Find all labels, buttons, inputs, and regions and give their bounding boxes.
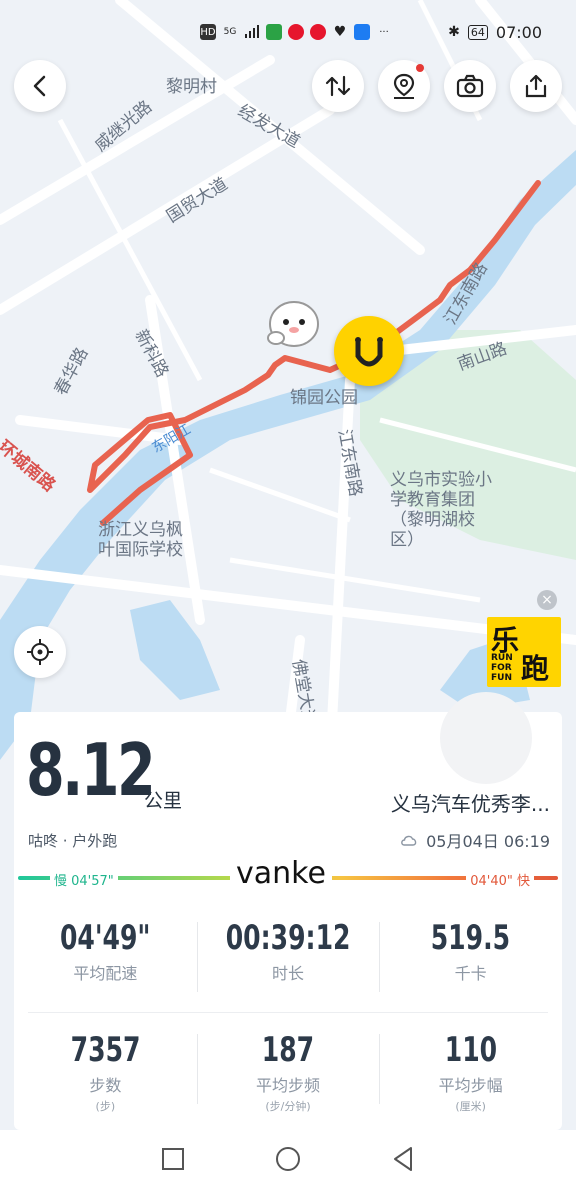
run-summary-card: 8.12 公里 义乌汽车优秀李... 咕咚 · 户外跑 05月04日 06:19…	[14, 692, 562, 1130]
stat-cadence: 187 平均步频 (步/分钟)	[196, 1030, 380, 1114]
run-datetime: 05月04日 06:19	[400, 828, 550, 852]
run-type-label: 咕咚 · 户外跑	[28, 832, 118, 850]
stat-value: 04'49"	[60, 918, 151, 958]
lepao-ad-logo[interactable]: 乐 RUN FOR FUN 跑	[487, 617, 561, 687]
hd-icon: HD	[200, 24, 216, 40]
back-triangle-icon[interactable]	[391, 1146, 415, 1172]
row-divider	[28, 1012, 548, 1013]
ad-logo-text: 跑	[521, 652, 550, 685]
avatar[interactable]	[440, 692, 532, 784]
ad-logo-subtext: RUN FOR FUN	[491, 653, 513, 683]
stat-value: 110	[444, 1030, 497, 1070]
camera-icon	[456, 74, 484, 98]
network-icon: 5G	[223, 27, 237, 37]
map-label-park: 锦园公园	[290, 388, 358, 408]
distance-value: 8.12	[26, 728, 156, 812]
map-label-school: 义乌市实验小学教育集团（黎明湖校区）	[390, 470, 492, 550]
more-notifications-icon: ···	[379, 26, 389, 38]
location-marker-button[interactable]	[378, 60, 430, 112]
stat-label: 平均步幅	[438, 1076, 503, 1095]
cloud-icon	[401, 835, 417, 846]
back-button[interactable]	[14, 60, 66, 112]
stat-label: 时长	[272, 964, 305, 983]
route-name[interactable]: 义乌汽车优秀李...	[391, 788, 550, 817]
stats-row-secondary: 7357 步数 (步) 187 平均步频 (步/分钟) 110 平均步幅 (厘米…	[14, 1030, 562, 1114]
crosshair-icon	[27, 639, 53, 665]
stat-value: 187	[261, 1030, 315, 1070]
status-bar: HD 5G ♥ ··· ✱ 64 07:00	[0, 0, 576, 64]
battery-icon: 64	[467, 24, 488, 40]
pace-slow-label: 慢 04'57"	[50, 870, 118, 889]
weibo-icon	[288, 24, 304, 40]
stat-stride: 110 平均步幅 (厘米)	[379, 1030, 562, 1114]
route-replay-button[interactable]	[312, 60, 364, 112]
stat-value: 00:39:12	[225, 918, 351, 958]
home-circle-icon[interactable]	[275, 1146, 301, 1172]
stats-row-primary: 04'49" 平均配速 00:39:12 时长 519.5 千卡	[14, 918, 562, 992]
distance-unit: 公里	[144, 790, 183, 812]
map-label-school: 浙江义乌枫叶国际学校	[98, 520, 183, 560]
stat-avg-pace: 04'49" 平均配速	[14, 918, 197, 984]
bluetooth-icon: ✱	[448, 24, 460, 40]
weibo-icon	[310, 24, 326, 40]
signal-icon	[244, 24, 260, 40]
mascot-icon	[264, 294, 326, 356]
stat-duration: 00:39:12 时长	[196, 918, 380, 992]
stat-value: 519.5	[431, 918, 511, 958]
stat-label: 平均步频	[256, 1076, 321, 1095]
route-sort-icon	[325, 75, 351, 97]
sponsor-logo: vanke	[230, 856, 332, 891]
location-pin-icon	[393, 73, 415, 99]
stat-unit: (厘米)	[455, 1100, 486, 1113]
notification-dot	[416, 64, 424, 72]
qq-icon	[354, 24, 370, 40]
stat-unit: (步/分钟)	[265, 1100, 311, 1113]
clock: 07:00	[495, 22, 542, 42]
smiley-marker-icon	[334, 316, 404, 386]
recents-square-icon[interactable]	[161, 1147, 185, 1171]
camera-button[interactable]	[444, 60, 496, 112]
stat-value: 7357	[70, 1030, 141, 1070]
stat-unit: (步)	[95, 1100, 116, 1113]
stat-label: 平均配速	[73, 964, 138, 983]
close-ad-button[interactable]: ×	[537, 590, 557, 610]
map-label-liming-village: 黎明村	[166, 77, 217, 97]
stat-steps: 7357 步数 (步)	[14, 1030, 197, 1114]
pace-fast-label: 04'40" 快	[466, 870, 534, 889]
stat-calories: 519.5 千卡	[379, 918, 562, 992]
app-notification-icon	[266, 24, 282, 40]
back-arrow-icon	[33, 75, 46, 97]
share-button[interactable]	[510, 60, 562, 112]
stat-label: 千卡	[454, 964, 487, 983]
system-nav-bar	[0, 1130, 576, 1188]
datetime-text: 05月04日 06:19	[426, 832, 550, 851]
heart-icon: ♥	[333, 24, 347, 40]
share-icon	[525, 74, 547, 98]
stat-label: 步数	[89, 1076, 122, 1095]
locate-me-button[interactable]	[14, 626, 66, 678]
